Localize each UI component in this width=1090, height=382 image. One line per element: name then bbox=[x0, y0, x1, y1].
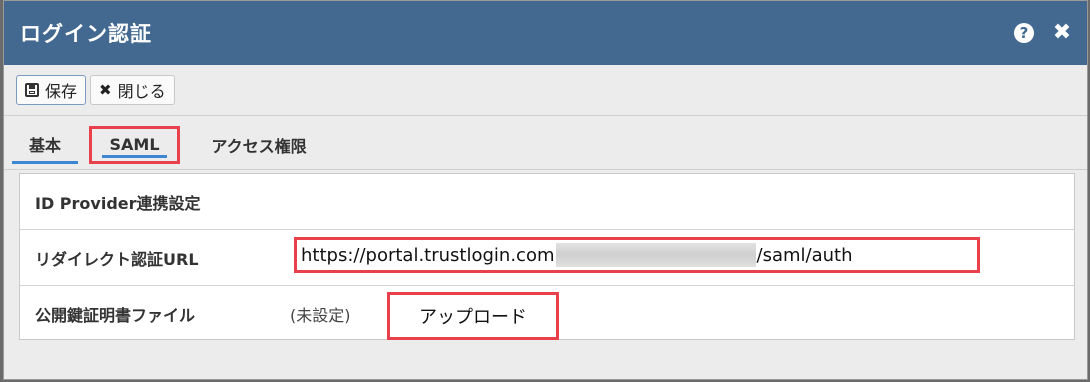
close-label: 閉じる bbox=[117, 82, 166, 101]
cert-file-label: 公開鍵証明書ファイル bbox=[35, 305, 196, 325]
close-button[interactable]: ✖ 閉じる bbox=[90, 75, 175, 105]
tab-saml-label: SAML bbox=[109, 134, 160, 154]
close-x-icon: ✖ bbox=[99, 81, 112, 99]
tab-bar: 基本 SAML アクセス権限 bbox=[4, 115, 1087, 170]
redirect-url-prefix: https://portal.trustlogin.com bbox=[301, 244, 555, 266]
redirect-url-label: リダイレクト認証URL bbox=[35, 249, 199, 269]
tab-active-underline bbox=[102, 155, 167, 158]
section-header-row: ID Provider連携設定 bbox=[20, 174, 1074, 230]
help-icon: ? bbox=[1014, 23, 1034, 43]
section-title: ID Provider連携設定 bbox=[35, 193, 201, 213]
save-button[interactable]: 保存 bbox=[16, 75, 87, 105]
tab-saml[interactable]: SAML bbox=[89, 126, 180, 164]
cert-file-row: 公開鍵証明書ファイル (未設定) アップロード bbox=[20, 286, 1074, 341]
dialog-title: ログイン認証 bbox=[20, 22, 152, 46]
title-bar: ログイン認証 ? ✖ bbox=[4, 1, 1087, 65]
save-label: 保存 bbox=[45, 82, 78, 101]
cert-status: (未設定) bbox=[290, 305, 351, 325]
toolbar: 保存 ✖ 閉じる bbox=[4, 65, 1087, 115]
close-dialog-button[interactable]: ✖ bbox=[1051, 22, 1073, 44]
saml-settings-panel: ID Provider連携設定 リダイレクト認証URL https://port… bbox=[19, 173, 1075, 340]
close-icon: ✖ bbox=[1052, 20, 1072, 45]
help-button[interactable]: ? bbox=[1013, 22, 1035, 44]
redirect-url-value[interactable]: https://portal.trustlogin.com /saml/auth bbox=[294, 237, 980, 273]
save-icon bbox=[25, 83, 39, 97]
redacted-region bbox=[555, 243, 756, 267]
tab-basic[interactable]: 基本 bbox=[12, 126, 78, 164]
redirect-url-suffix: /saml/auth bbox=[756, 244, 853, 266]
upload-button[interactable]: アップロード bbox=[387, 292, 559, 340]
login-auth-dialog: ログイン認証 ? ✖ 保存 ✖ 閉じる 基本 SAML アクセス権限 ID Pr… bbox=[3, 0, 1088, 380]
tab-access-rights[interactable]: アクセス権限 bbox=[200, 126, 318, 164]
redirect-url-row: リダイレクト認証URL https://portal.trustlogin.co… bbox=[20, 230, 1074, 286]
